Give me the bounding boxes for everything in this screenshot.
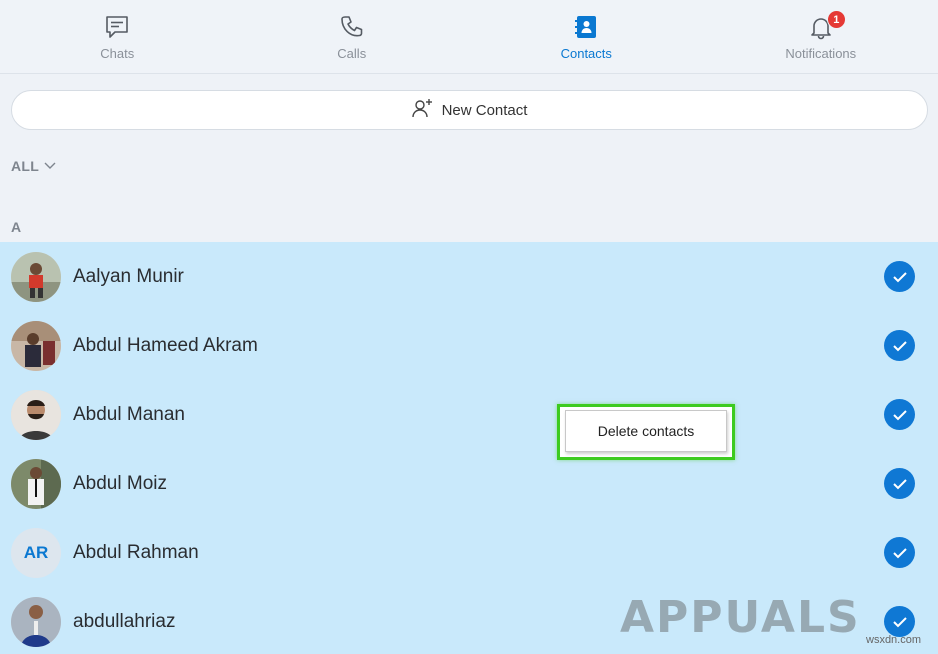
phone-icon [339,14,365,40]
contact-name: abdullahriaz [73,610,176,632]
contacts-book-icon [573,14,599,40]
watermark-logo: APPUALS [620,592,861,643]
new-contact-label: New Contact [441,101,528,119]
notification-badge: 1 [826,10,846,29]
chevron-down-icon [43,157,57,175]
tab-notifications-label: Notifications [785,46,857,61]
contact-name: Aalyan Munir [73,265,184,287]
watermark-site: wsxdn.com [866,634,922,646]
section-header-a: A [11,219,22,235]
avatar [11,251,61,302]
add-person-icon [411,98,434,123]
contact-name: Abdul Rahman [73,541,199,563]
avatar [11,320,61,371]
tab-contacts[interactable]: Contacts [469,0,704,73]
tab-chats-label: Chats [100,46,135,61]
contact-row-abdul-rahman[interactable]: AR Abdul Rahman [0,518,938,587]
contact-row-aalyan-munir[interactable]: Aalyan Munir [0,242,938,311]
top-navigation: Chats Calls Contacts 1 Notifications [0,0,938,74]
selected-checkmark-icon[interactable] [884,330,915,361]
new-contact-button[interactable]: New Contact [11,90,928,130]
filter-label: ALL [11,158,40,174]
delete-contacts-menu-item[interactable]: Delete contacts [565,410,727,452]
chat-icon [104,14,130,40]
selected-checkmark-icon[interactable] [884,537,915,568]
contact-name: Abdul Moiz [73,472,167,494]
tab-calls[interactable]: Calls [235,0,470,73]
tab-contacts-label: Contacts [560,46,612,61]
avatar [11,458,61,509]
contact-name: Abdul Hameed Akram [73,334,258,356]
tab-chats[interactable]: Chats [0,0,235,73]
selected-checkmark-icon[interactable] [884,399,915,430]
avatar [11,389,61,440]
contacts-filter-dropdown[interactable]: ALL [11,157,57,175]
bell-icon: 1 [808,10,846,40]
selected-checkmark-icon[interactable] [884,261,915,292]
tab-notifications[interactable]: 1 Notifications [704,0,938,73]
contact-row-abdul-moiz[interactable]: Abdul Moiz [0,449,938,518]
contact-row-abdul-hameed-akram[interactable]: Abdul Hameed Akram [0,311,938,380]
selected-checkmark-icon[interactable] [884,468,915,499]
contact-name: Abdul Manan [73,403,185,425]
contact-row-abdul-manan[interactable]: Abdul Manan [0,380,938,449]
tab-calls-label: Calls [337,46,367,61]
avatar [11,596,61,647]
avatar-initials: AR [11,527,61,578]
selected-checkmark-icon[interactable] [884,606,915,637]
